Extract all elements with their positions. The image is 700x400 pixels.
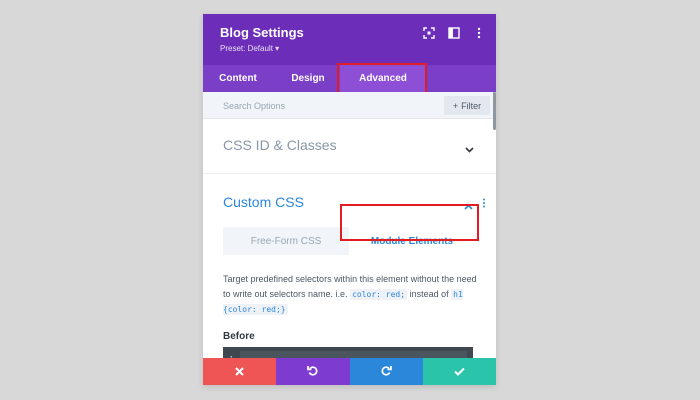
more-options-icon[interactable] <box>472 26 486 40</box>
chevron-down-icon[interactable] <box>465 140 474 158</box>
preset-selector[interactable]: Preset: Default ▾ <box>220 44 279 53</box>
code-example: color: red; <box>350 289 408 300</box>
undo-button[interactable] <box>276 358 350 385</box>
check-icon <box>454 363 465 381</box>
section-css-id-classes[interactable]: CSS ID & Classes <box>203 119 496 174</box>
search-bar[interactable]: Search Options + Filter <box>203 92 496 119</box>
search-input[interactable]: Search Options <box>223 101 285 111</box>
tab-design[interactable]: Design <box>273 65 343 92</box>
modal-header: Blog Settings Preset: Default ▾ <box>203 14 496 65</box>
module-elements-highlight <box>340 204 479 241</box>
settings-modal: Blog Settings Preset: Default ▾ Content … <box>203 14 496 385</box>
tab-free-form-css[interactable]: Free-Form CSS <box>223 227 349 255</box>
discard-button[interactable] <box>203 358 277 385</box>
before-label: Before <box>223 331 255 342</box>
filter-button[interactable]: + Filter <box>444 96 490 115</box>
advanced-tab-highlight <box>337 63 427 94</box>
save-button[interactable] <box>422 358 496 385</box>
close-icon <box>235 363 244 381</box>
filter-label: Filter <box>461 100 482 111</box>
tab-content[interactable]: Content <box>203 65 273 92</box>
section-menu-icon[interactable] <box>482 195 486 213</box>
modal-title: Blog Settings <box>220 25 304 40</box>
modal-footer <box>203 358 496 385</box>
section-title[interactable]: Custom CSS <box>223 194 304 210</box>
redo-button[interactable] <box>349 358 423 385</box>
undo-icon <box>307 363 318 381</box>
description-part: instead of <box>409 289 449 299</box>
description-text: Target predefined selectors within this … <box>223 272 478 317</box>
section-title: CSS ID & Classes <box>223 137 337 153</box>
plus-icon: + <box>452 100 459 111</box>
fullscreen-icon[interactable] <box>422 26 436 40</box>
sidebar-toggle-icon[interactable] <box>447 26 461 40</box>
redo-icon <box>381 363 392 381</box>
